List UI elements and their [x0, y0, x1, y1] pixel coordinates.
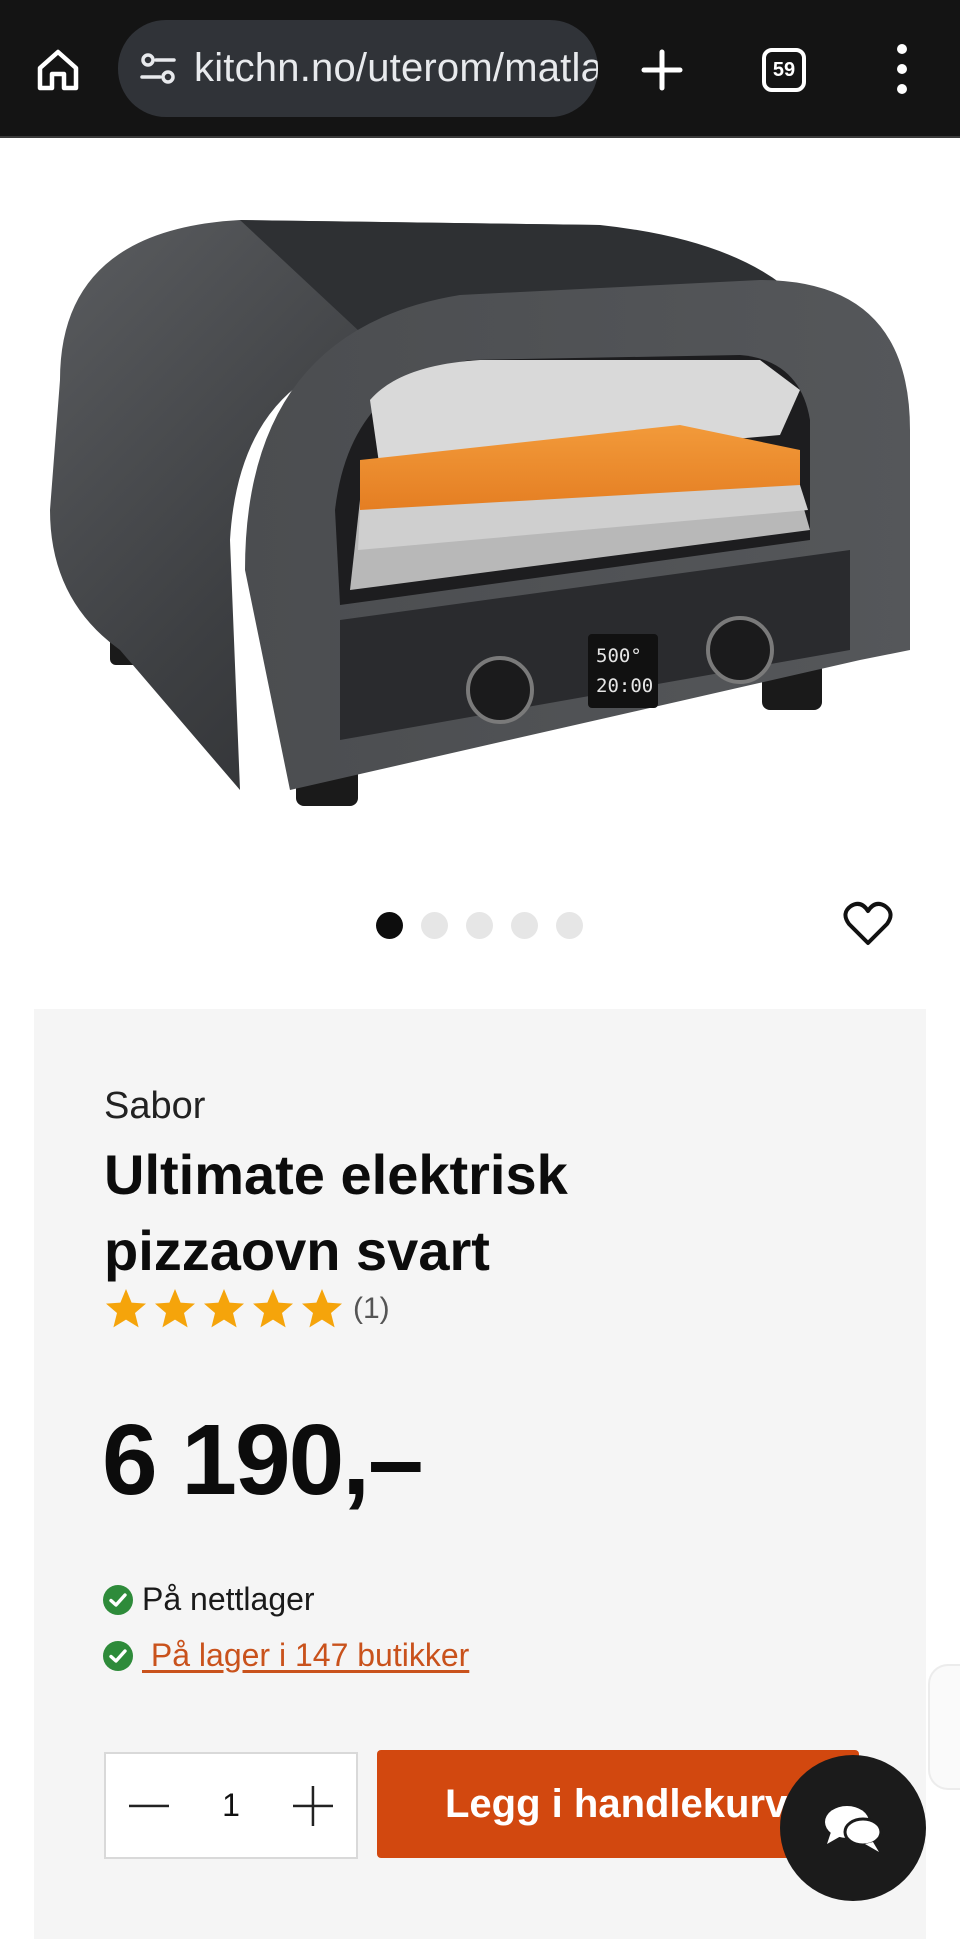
- star-icon: [155, 1289, 195, 1328]
- home-icon: [37, 49, 79, 91]
- star-icon: [106, 1289, 146, 1328]
- browser-toolbar: kitchn.no/uterom/matlaging/pizzaovner 59: [0, 0, 960, 138]
- favorite-button[interactable]: [840, 896, 896, 952]
- star-icon: [204, 1289, 244, 1328]
- minus-icon: [129, 1804, 169, 1807]
- quantity-stepper: 1: [104, 1752, 358, 1859]
- chat-bubbles-icon: [825, 1806, 883, 1852]
- more-vertical-icon[interactable]: [880, 44, 924, 94]
- side-drawer-handle[interactable]: [928, 1664, 960, 1790]
- product-price: 6 190,–: [102, 1404, 424, 1516]
- carousel-dot[interactable]: [421, 912, 448, 939]
- carousel-dot[interactable]: [376, 912, 403, 939]
- check-circle-icon: [103, 1640, 133, 1671]
- product-rating[interactable]: (1): [104, 1287, 390, 1331]
- carousel-dot[interactable]: [511, 912, 538, 939]
- heart-icon: [843, 901, 893, 945]
- product-title: Ultimate elektrisk pizzaovn svart: [104, 1143, 568, 1282]
- url-text[interactable]: kitchn.no/uterom/matlaging/pizzaovner: [194, 46, 598, 91]
- pizza-oven-image[interactable]: 500° 20:00: [40, 210, 920, 850]
- product-brand[interactable]: Sabor: [104, 1085, 205, 1128]
- carousel-indicator: [376, 912, 583, 939]
- check-circle-icon: [103, 1584, 133, 1615]
- stock-stores[interactable]: På lager i 147 butikker: [102, 1637, 469, 1674]
- star-icon: [302, 1289, 342, 1328]
- carousel-dot[interactable]: [556, 912, 583, 939]
- chat-button[interactable]: [780, 1755, 926, 1901]
- stock-stores-link[interactable]: På lager i 147 butikker: [142, 1637, 469, 1674]
- decrease-quantity-button[interactable]: [128, 1785, 170, 1827]
- stock-online: På nettlager: [102, 1581, 315, 1618]
- home-button[interactable]: [28, 40, 88, 100]
- plus-icon: [641, 49, 683, 91]
- stock-online-label: På nettlager: [142, 1581, 315, 1617]
- address-bar[interactable]: kitchn.no/uterom/matlaging/pizzaovner: [118, 20, 598, 117]
- quantity-value[interactable]: 1: [222, 1787, 240, 1824]
- site-info-icon[interactable]: [136, 47, 180, 91]
- star-icon: [253, 1289, 293, 1328]
- tab-switcher-button[interactable]: 59: [762, 48, 806, 92]
- increase-quantity-button[interactable]: [292, 1785, 334, 1827]
- carousel-dot[interactable]: [466, 912, 493, 939]
- oven-time-readout: 20:00: [596, 675, 653, 697]
- new-tab-button[interactable]: [630, 38, 694, 102]
- rating-count: (1): [353, 1292, 390, 1325]
- plus-icon: [292, 1785, 333, 1826]
- oven-temp-readout: 500°: [596, 645, 642, 667]
